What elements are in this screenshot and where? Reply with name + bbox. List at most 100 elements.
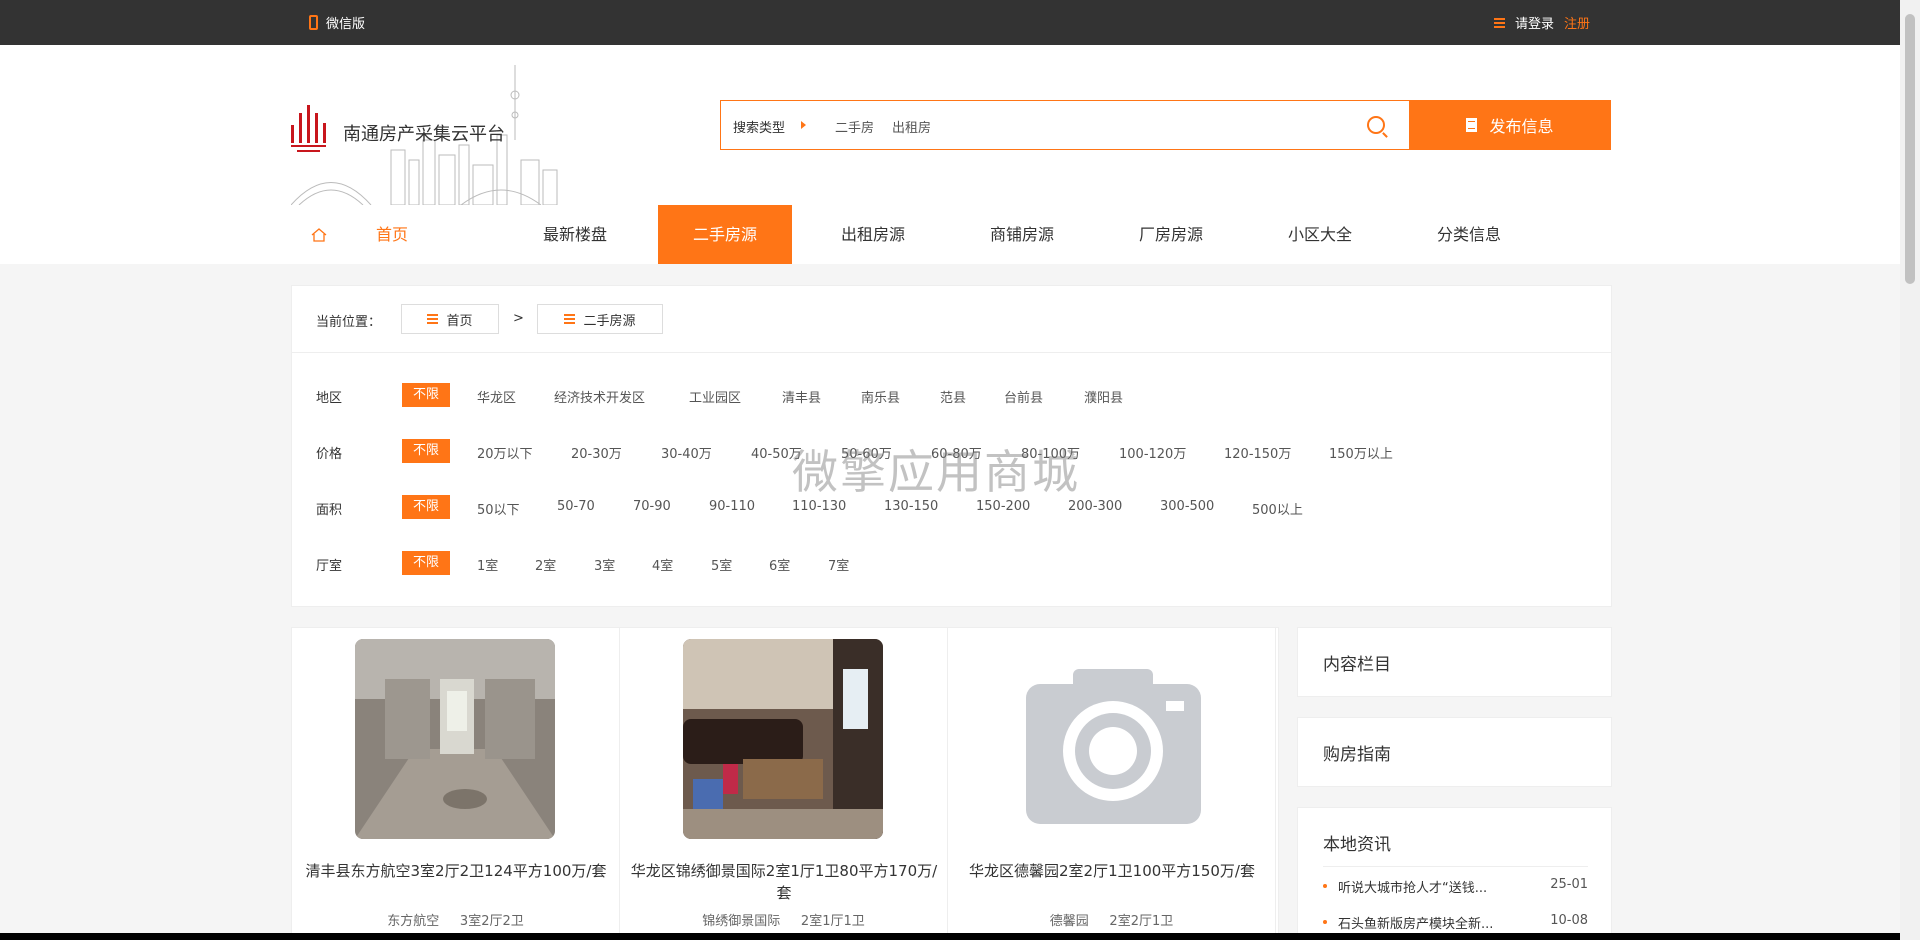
menu-icon [564,314,576,324]
listing-layout: 2室1厅1卫 [800,914,865,929]
filter-option[interactable]: 4室 [652,555,673,574]
filter-all-button[interactable]: 不限 [402,439,450,463]
news-title[interactable]: 石头鱼新版房产模块全新... [1338,913,1493,932]
filter-option[interactable]: 6室 [769,555,790,574]
filter-option[interactable]: 范县 [940,387,966,406]
listing-photo[interactable] [355,639,555,839]
breadcrumb-current[interactable]: 二手房源 [537,304,663,334]
listing-layout: 3室2厅2卫 [459,914,524,929]
filter-option[interactable]: 清丰县 [782,387,821,406]
filter-label: 地区 [316,391,343,406]
living-room-photo-icon [683,639,883,839]
filter-option[interactable]: 20万以下 [477,443,533,462]
nav-item-communities[interactable]: 小区大全 [1270,205,1370,264]
news-item[interactable]: 石头鱼新版房产模块全新... 10-08 [1323,913,1588,933]
news-date: 10-08 [1550,913,1588,928]
filter-option[interactable]: 70-90 [633,499,671,514]
sidebar-buy-guide[interactable]: 购房指南 [1297,717,1612,787]
listing-meta: 德馨园 2室2厅1卫 [948,910,1275,929]
filter-option[interactable]: 500以上 [1252,499,1303,518]
listing-title[interactable]: 华龙区锦绣御景国际2室1厅1卫80平方170万/套 [630,860,938,904]
filter-all-button[interactable]: 不限 [402,383,450,407]
filter-option[interactable]: 5室 [711,555,732,574]
page-scrollbar[interactable] [1900,0,1920,940]
listing-community: 德馨园 [1049,914,1089,929]
listing-card[interactable]: 华龙区德馨园2室2厅1卫100平方150万/套 德馨园 2室2厅1卫 [948,628,1276,940]
listing-community: 东方航空 [387,914,440,929]
listing-layout: 2室2厅1卫 [1109,914,1174,929]
nav-item-second-hand[interactable]: 二手房源 [658,205,792,264]
filter-label: 面积 [316,503,343,518]
filter-option[interactable]: 华龙区 [477,387,516,406]
filter-option[interactable]: 50-70 [557,499,595,514]
sidebar-local-news: 本地资讯 听说大城市抢人才“送钱... 25-01 石头鱼新版房产模块全新...… [1297,807,1612,940]
listing-title[interactable]: 华龙区德馨园2室2厅1卫100平方150万/套 [958,860,1266,882]
filter-option[interactable]: 经济技术开发区 [554,387,645,406]
search-bar: 搜索类型 二手房 出租房 [720,100,1409,150]
filter-all-button[interactable]: 不限 [402,495,450,519]
main-nav: 首页 最新楼盘 二手房源 出租房源 商铺房源 厂房房源 小区大全 分类信息 [0,205,1900,264]
search-type-label[interactable]: 搜索类型 [733,117,785,136]
listing-meta: 锦绣御景国际 2室1厅1卫 [620,910,947,929]
search-icon[interactable] [1367,116,1385,134]
news-title[interactable]: 听说大城市抢人才“送钱... [1338,877,1487,896]
filter-option[interactable]: 台前县 [1004,387,1043,406]
filter-option[interactable]: 7室 [828,555,849,574]
register-link[interactable]: 注册 [1564,13,1590,32]
nav-item-rental[interactable]: 出租房源 [823,205,923,264]
filter-option[interactable]: 工业园区 [689,387,741,406]
watermark: 微擎应用商城 [792,445,1080,499]
filter-option[interactable]: 150万以上 [1329,443,1393,462]
filter-option[interactable]: 120-150万 [1224,443,1291,462]
phone-icon [309,15,318,30]
nav-item-new-properties[interactable]: 最新楼盘 [525,205,625,264]
filter-option[interactable]: 30-40万 [661,443,712,462]
search-option-rental[interactable]: 出租房 [892,117,931,136]
login-link[interactable]: 请登录 [1515,13,1554,32]
filter-option[interactable]: 濮阳县 [1084,387,1123,406]
publish-button[interactable]: 发布信息 [1409,100,1611,150]
search-input[interactable] [941,111,1321,139]
sidebar-heading: 内容栏目 [1323,655,1391,675]
filter-option[interactable]: 90-110 [709,499,755,514]
account-links: 请登录 注册 [1493,13,1590,32]
filter-option[interactable]: 3室 [594,555,615,574]
listing-photo[interactable] [683,639,883,839]
scrollbar-thumb[interactable] [1905,14,1915,284]
filter-option[interactable]: 50以下 [477,499,520,518]
listing-grid: 清丰县东方航空3室2厅2卫124平方100万/套 东方航空 3室2厅2卫 华龙区… [291,627,1279,940]
filter-option[interactable]: 100-120万 [1119,443,1186,462]
filter-option[interactable]: 20-30万 [571,443,622,462]
filter-option[interactable]: 300-500 [1160,499,1214,514]
filter-option[interactable]: 南乐县 [861,387,900,406]
header: 南通房产采集云平台 搜索类型 二手房 出租房 发布信息 首页 最新楼盘 二手房源… [0,45,1900,264]
filter-option[interactable]: 2室 [535,555,556,574]
nav-item-factories[interactable]: 厂房房源 [1121,205,1221,264]
bottom-edge [0,933,1900,940]
nav-item-shops[interactable]: 商铺房源 [972,205,1072,264]
breadcrumb: 当前位置： 首页 > 二手房源 [292,286,1611,353]
nav-item-classifieds[interactable]: 分类信息 [1419,205,1519,264]
search-option-second-hand[interactable]: 二手房 [835,117,874,136]
home-icon[interactable] [311,227,327,243]
camera-placeholder-icon [1011,639,1211,839]
listing-title[interactable]: 清丰县东方航空3室2厅2卫124平方100万/套 [302,860,610,882]
filter-all-button[interactable]: 不限 [402,551,450,575]
nav-item-home[interactable]: 首页 [350,205,434,264]
sidebar-content-column[interactable]: 内容栏目 [1297,627,1612,697]
site-logo[interactable]: 南通房产采集云平台 [290,65,567,206]
listing-community: 锦绣御景国际 [702,914,781,929]
menu-icon [427,314,439,324]
document-icon [1466,118,1478,132]
publish-label: 发布信息 [1489,117,1554,136]
wechat-link[interactable]: 微信版 [309,13,365,32]
listing-card[interactable]: 清丰县东方航空3室2厅2卫124平方100万/套 东方航空 3室2厅2卫 [292,628,620,940]
listing-meta: 东方航空 3室2厅2卫 [292,910,619,929]
listing-photo[interactable] [1011,639,1211,839]
news-item[interactable]: 听说大城市抢人才“送钱... 25-01 [1323,877,1588,897]
wechat-label: 微信版 [326,17,366,32]
breadcrumb-home[interactable]: 首页 [401,304,499,334]
room-photo-icon [355,639,555,839]
filter-option[interactable]: 1室 [477,555,498,574]
listing-card[interactable]: 华龙区锦绣御景国际2室1厅1卫80平方170万/套 锦绣御景国际 2室1厅1卫 [620,628,948,940]
